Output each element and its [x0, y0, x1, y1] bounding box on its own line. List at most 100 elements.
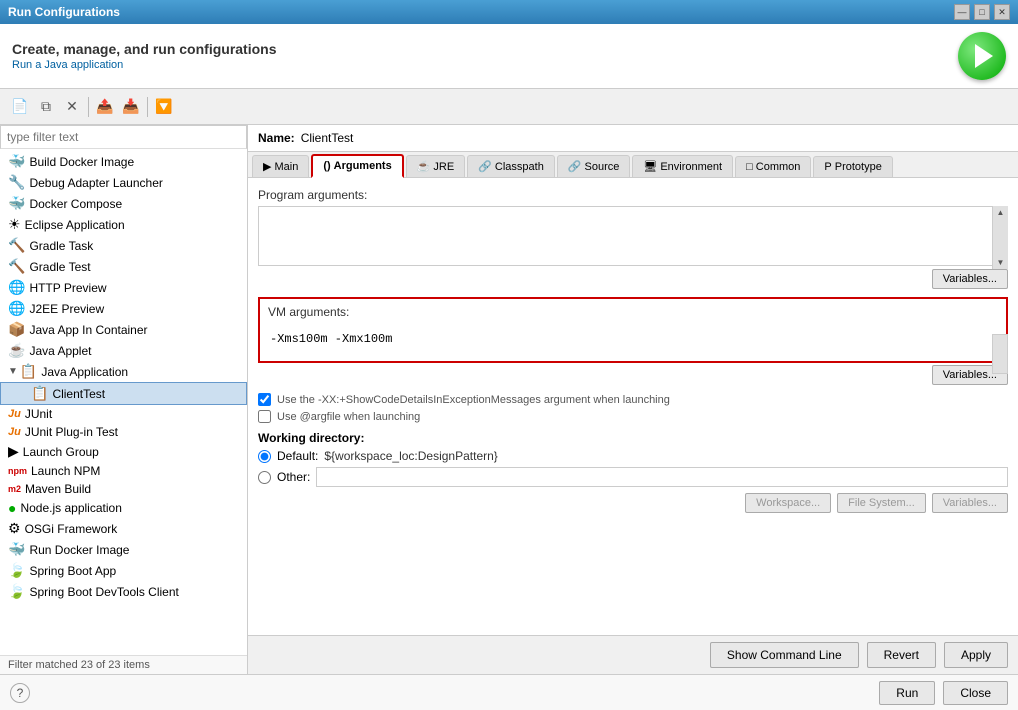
- apply-button[interactable]: Apply: [944, 642, 1008, 668]
- tree-item-run-docker[interactable]: 🐳 Run Docker Image: [0, 539, 247, 560]
- tree-item-osgi[interactable]: ⚙ OSGi Framework: [0, 518, 247, 539]
- tree-item-label: JUnit Plug-in Test: [25, 425, 118, 439]
- tree-item-label: Docker Compose: [29, 197, 122, 211]
- tab-jre[interactable]: ☕ JRE: [406, 155, 465, 177]
- other-radio[interactable]: [258, 471, 271, 484]
- checkbox-section: Use the -XX:+ShowCodeDetailsInExceptionM…: [258, 393, 1008, 423]
- program-args-input[interactable]: [258, 206, 1008, 266]
- tree-item-eclipse-app[interactable]: ☀ Eclipse Application: [0, 214, 247, 235]
- tree-item-launch-group[interactable]: ▶ Launch Group: [0, 441, 247, 462]
- tree-item-label: Node.js application: [20, 501, 121, 515]
- export-button[interactable]: 📤: [93, 95, 117, 119]
- tree-item-java-app[interactable]: ▼ 📋 Java Application: [0, 361, 247, 382]
- tab-common-label: Common: [756, 161, 801, 173]
- program-args-variables-button[interactable]: Variables...: [932, 269, 1008, 289]
- show-command-line-button[interactable]: Show Command Line: [710, 642, 859, 668]
- run-config-icon: [958, 32, 1006, 80]
- default-radio[interactable]: [258, 450, 271, 463]
- tree-item-debug-adapter[interactable]: 🔧 Debug Adapter Launcher: [0, 172, 247, 193]
- tree-item-client-test[interactable]: 📋 ClientTest: [0, 382, 247, 405]
- revert-button[interactable]: Revert: [867, 642, 936, 668]
- delete-button[interactable]: ✕: [60, 95, 84, 119]
- eclipse-icon: ☀: [8, 216, 21, 233]
- maven-icon: m2: [8, 484, 21, 494]
- default-path: ${workspace_loc:DesignPattern}: [324, 449, 497, 463]
- tab-common[interactable]: □ Common: [735, 156, 811, 177]
- right-panel: Name: ClientTest ▶ Main () Arguments ☕ J…: [248, 125, 1018, 674]
- tree-item-http-preview[interactable]: 🌐 HTTP Preview: [0, 277, 247, 298]
- tab-classpath[interactable]: 🔗 Classpath: [467, 155, 555, 177]
- header-subtitle: Run a Java application: [12, 59, 277, 71]
- name-value: ClientTest: [301, 131, 354, 145]
- tree-item-java-applet[interactable]: ☕ Java Applet: [0, 340, 247, 361]
- file-system-button[interactable]: File System...: [837, 493, 926, 513]
- tree-item-junit[interactable]: Ju JUnit: [0, 405, 247, 423]
- duplicate-button[interactable]: ⧉: [34, 95, 58, 119]
- tree-item-label: OSGi Framework: [25, 522, 118, 536]
- tree-item-gradle-task[interactable]: 🔨 Gradle Task: [0, 235, 247, 256]
- tree-item-maven-build[interactable]: m2 Maven Build: [0, 480, 247, 498]
- tree-item-label: ClientTest: [52, 387, 105, 401]
- tree-item-docker-compose[interactable]: 🐳 Docker Compose: [0, 193, 247, 214]
- working-dir-section: Working directory: Default: ${workspace_…: [258, 431, 1008, 513]
- classpath-tab-icon: 🔗: [478, 160, 492, 173]
- tree-item-build-docker[interactable]: 🐳 Build Docker Image: [0, 151, 247, 172]
- help-button[interactable]: ?: [10, 683, 30, 703]
- default-radio-row: Default: ${workspace_loc:DesignPattern}: [258, 449, 1008, 463]
- junit-plugin-icon: Ju: [8, 426, 21, 438]
- tabs-bar: ▶ Main () Arguments ☕ JRE 🔗 Classpath 🔗 …: [248, 152, 1018, 178]
- tree-item-launch-npm[interactable]: npm Launch NPM: [0, 462, 247, 480]
- tree-item-label: Debug Adapter Launcher: [29, 176, 162, 190]
- tree-item-label: Gradle Task: [29, 239, 93, 253]
- run-docker-icon: 🐳: [8, 541, 25, 558]
- config-area: Program arguments: ▲ ▼ Variables... VM a…: [248, 178, 1018, 635]
- close-button[interactable]: ✕: [994, 4, 1010, 20]
- tree-item-junit-plugin[interactable]: Ju JUnit Plug-in Test: [0, 423, 247, 441]
- variables-button[interactable]: Variables...: [932, 493, 1008, 513]
- tree-item-j2ee-preview[interactable]: 🌐 J2EE Preview: [0, 298, 247, 319]
- tab-prototype[interactable]: P Prototype: [813, 156, 892, 177]
- import-button[interactable]: 📥: [119, 95, 143, 119]
- tree-item-label: Java Applet: [29, 344, 91, 358]
- tree-item-java-container[interactable]: 📦 Java App In Container: [0, 319, 247, 340]
- spring-icon: 🍃: [8, 562, 25, 579]
- scroll-up-icon[interactable]: ▲: [997, 208, 1005, 217]
- tab-main[interactable]: ▶ Main: [252, 155, 309, 177]
- minimize-button[interactable]: —: [954, 4, 970, 20]
- tree-item-gradle-test[interactable]: 🔨 Gradle Test: [0, 256, 247, 277]
- java-app-icon: 📋: [20, 363, 37, 380]
- scroll-down-icon[interactable]: ▼: [997, 258, 1005, 267]
- spring-devtools-icon: 🍃: [8, 583, 25, 600]
- tree-item-spring-devtools[interactable]: 🍃 Spring Boot DevTools Client: [0, 581, 247, 602]
- launch-group-icon: ▶: [8, 443, 19, 460]
- tab-jre-label: JRE: [433, 161, 454, 173]
- other-path-input[interactable]: [316, 467, 1008, 487]
- tree-item-label: Run Docker Image: [29, 543, 129, 557]
- tree-item-label: Eclipse Application: [25, 218, 125, 232]
- java-container-icon: 📦: [8, 321, 25, 338]
- footer-buttons: Run Close: [879, 681, 1008, 705]
- tree-item-nodejs[interactable]: ● Node.js application: [0, 498, 247, 518]
- program-args-section: Program arguments: ▲ ▼ Variables...: [258, 188, 1008, 289]
- filter-input[interactable]: [0, 125, 247, 149]
- gradle-icon: 🔨: [8, 237, 25, 254]
- tree-item-label: Java App In Container: [29, 323, 147, 337]
- show-code-details-checkbox[interactable]: [258, 393, 271, 406]
- wd-buttons: Workspace... File System... Variables...: [258, 493, 1008, 513]
- filter-status: Filter matched 23 of 23 items: [0, 655, 247, 674]
- close-button[interactable]: Close: [943, 681, 1008, 705]
- tab-environment[interactable]: 🖥 Environment: [632, 155, 733, 177]
- argfile-checkbox[interactable]: [258, 410, 271, 423]
- tree-item-spring-boot[interactable]: 🍃 Spring Boot App: [0, 560, 247, 581]
- tab-source[interactable]: 🔗 Source: [557, 155, 631, 177]
- vm-args-input[interactable]: [268, 323, 998, 355]
- run-button[interactable]: Run: [879, 681, 935, 705]
- java-applet-icon: ☕: [8, 342, 25, 359]
- new-config-button[interactable]: 📄: [8, 95, 32, 119]
- filter-button[interactable]: 🔽: [152, 95, 176, 119]
- vm-args-label: VM arguments:: [268, 305, 998, 319]
- tab-arguments[interactable]: () Arguments: [311, 154, 403, 178]
- workspace-button[interactable]: Workspace...: [745, 493, 831, 513]
- maximize-button[interactable]: □: [974, 4, 990, 20]
- config-icon: 📋: [31, 385, 48, 402]
